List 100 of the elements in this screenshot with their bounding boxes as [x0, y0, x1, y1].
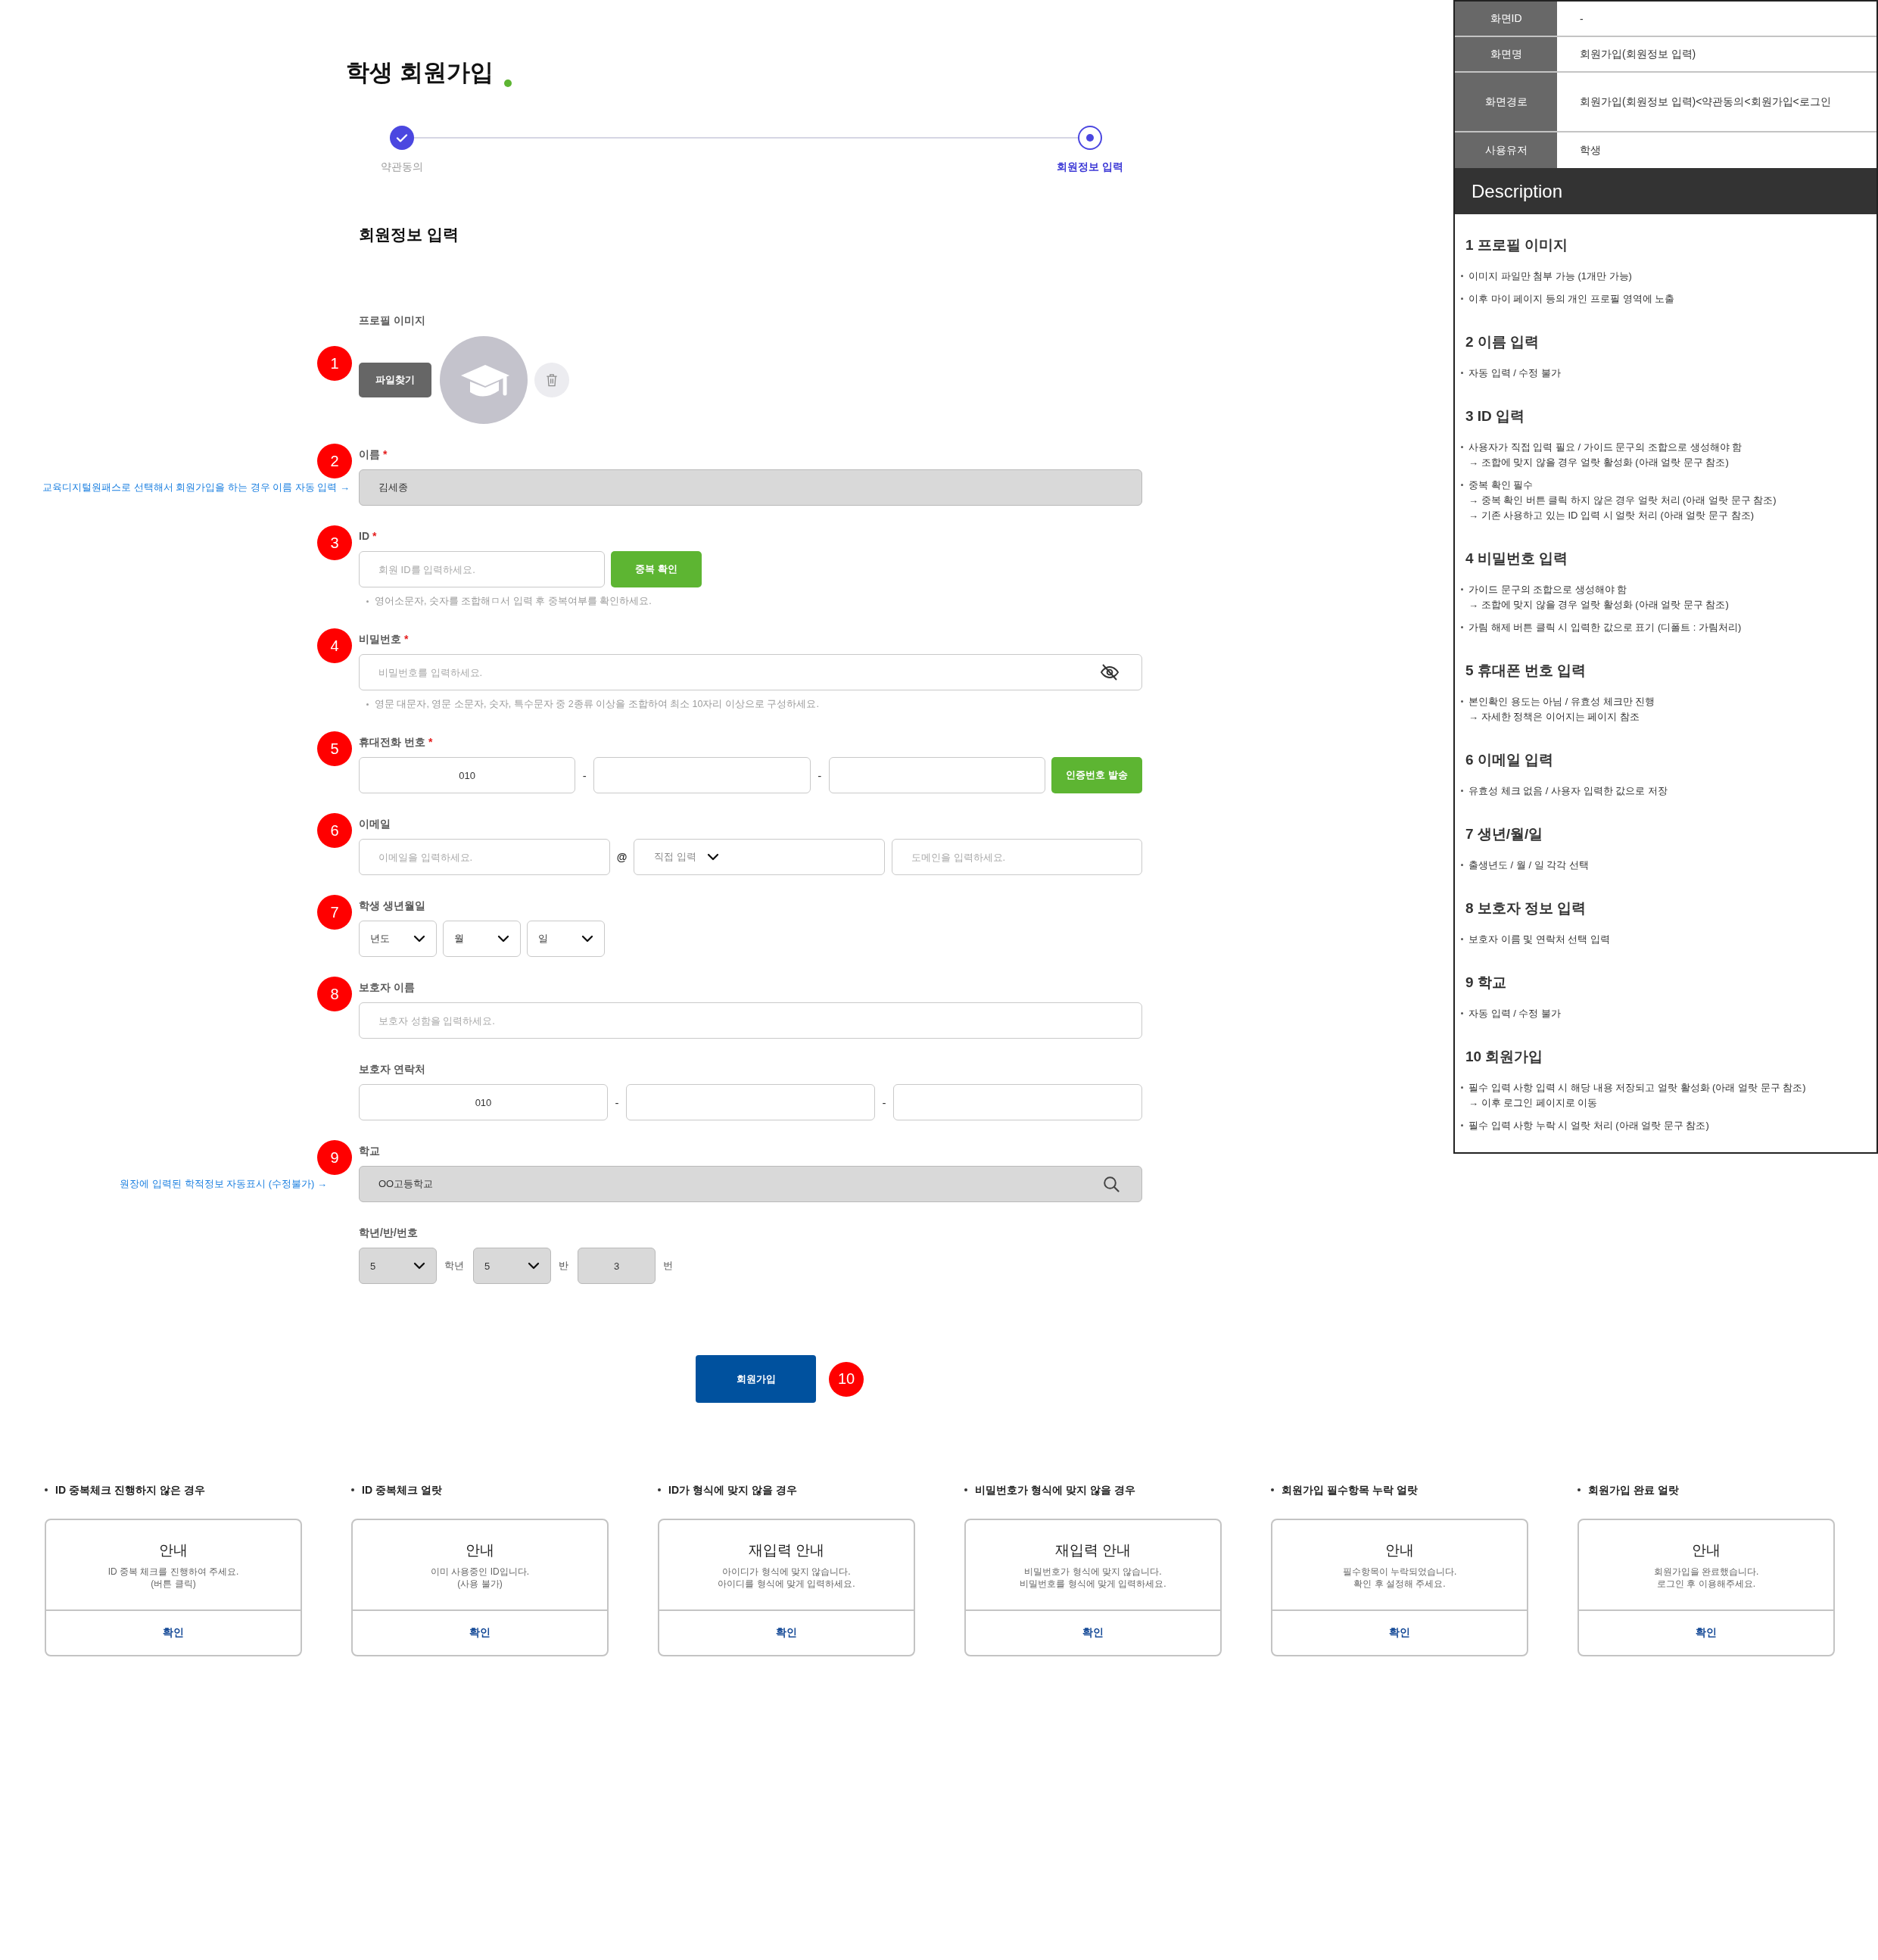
text-field[interactable]: 보호자 성함을 입력하세요.	[359, 1002, 1142, 1039]
dash-separator: -	[881, 1095, 887, 1109]
bullet-icon	[1271, 1488, 1274, 1491]
dash-separator: -	[581, 768, 587, 782]
table-header-cell: 화면ID	[1455, 2, 1557, 36]
alert-caption: 회원가입 필수항목 누락 얼랏	[1282, 1483, 1418, 1497]
bullet-icon	[1461, 275, 1463, 277]
field-label: 보호자 연락처	[359, 1062, 425, 1077]
dash-separator: -	[817, 768, 823, 782]
date-select[interactable]: 일	[527, 921, 605, 957]
bullet-icon	[1461, 588, 1463, 590]
chevron-down-icon	[497, 935, 509, 943]
required-mark: *	[372, 529, 377, 544]
chevron-down-icon	[413, 1262, 425, 1270]
hint-text: 영문 대문자, 영문 소문자, 숫자, 특수문자 중 2종류 이상을 조합하여 최소 10자리 이상으로 구성하세요.	[375, 698, 819, 711]
description-text: 가림 해제 버튼 클릭 시 입력한 값으로 표기 (디폴트 : 가림처리)	[1468, 621, 1742, 634]
confirm-button[interactable]: 확인	[462, 1623, 498, 1643]
confirm-button[interactable]: 확인	[1688, 1623, 1724, 1643]
description-text: 이미지 파일만 첨부 가능 (1개만 가능)	[1468, 270, 1632, 283]
required-mark: *	[404, 632, 409, 647]
chevron-down-icon	[528, 1262, 540, 1270]
phone-field[interactable]: 010	[359, 1084, 608, 1120]
bullet-icon	[1461, 938, 1463, 940]
signup-button[interactable]: 회원가입	[696, 1355, 816, 1403]
email-field[interactable]: 이메일을 입력하세요.	[359, 839, 610, 875]
table-header-cell: 사용유저	[1455, 132, 1557, 168]
alert-caption: 회원가입 완료 얼랏	[1588, 1483, 1679, 1497]
date-select[interactable]: 월	[443, 921, 521, 957]
password-field[interactable]: 비밀번호를 입력하세요.	[359, 654, 1142, 690]
description-text: 중복 확인 필수 → 중복 확인 버튼 클릭 하지 않은 경우 얼랏 처리 (아래 얼랏 문구 참조) → 기존 사용하고 있는 ID 입력 시 얼랏 처리 (아래 얼랏 문구 참조)	[1468, 478, 1777, 522]
date-select[interactable]: 년도	[359, 921, 437, 957]
alert-message: 회원가입을 완료했습니다. 로그인 후 이용해주세요.	[1653, 1566, 1759, 1590]
alert-caption: 비밀번호가 형식에 맞지 않을 경우	[975, 1483, 1135, 1497]
dot-icon	[503, 79, 512, 87]
alert-title: 재입력 안내	[748, 1541, 825, 1560]
file-upload-button[interactable]: 파일찾기	[359, 363, 431, 397]
description-text: 보호자 이름 및 연락처 선택 입력	[1468, 933, 1611, 946]
bullet-icon	[1461, 626, 1463, 628]
domain-field[interactable]: 도메인을 입력하세요.	[892, 839, 1142, 875]
alert-title: 안내	[1692, 1541, 1721, 1560]
alert-message: 필수항목이 누락되었습니다. 확인 후 설정해 주세요.	[1342, 1566, 1457, 1590]
phone-field[interactable]	[626, 1084, 875, 1120]
step-label: 회원정보 입력	[1057, 160, 1123, 174]
search-icon[interactable]	[1103, 1176, 1120, 1192]
field-label: 학년/반/번호	[359, 1226, 418, 1240]
field-label: 이름	[359, 447, 380, 462]
alert-message: 비밀번호가 형식에 맞지 않습니다. 비밀번호를 형식에 맞게 입력하세요.	[1020, 1566, 1166, 1590]
section-heading: 5 휴대폰 번호 입력	[1465, 662, 1587, 680]
bullet-icon	[1461, 298, 1463, 300]
description-text: 이후 마이 페이지 등의 개인 프로필 영역에 노출	[1468, 292, 1675, 306]
description-text: 사용자가 직접 입력 필요 / 가이드 문구의 조합으로 생성해야 함 → 조합에 맞지 않을 경우 얼랏 활성화 (아래 얼랏 문구 참조)	[1468, 441, 1743, 469]
required-mark: *	[428, 735, 433, 749]
bullet-icon	[658, 1488, 661, 1491]
field-label: 휴대전화 번호	[359, 735, 425, 749]
bullet-icon	[45, 1488, 48, 1491]
at-sign: @	[615, 851, 628, 863]
bullet-icon	[1461, 864, 1463, 866]
hint-text: 영어소문자, 숫자를 조합해ㅁ서 입력 후 중복여부를 확인하세요.	[375, 595, 652, 608]
step-label: 약관동의	[381, 160, 423, 174]
table-header-cell: 화면명	[1455, 37, 1557, 71]
table-cell-text: 회원가입(회원정보 입력)<약관동의<회원가입<로그인	[1579, 94, 1832, 109]
description-text: 필수 입력 사항 누락 시 얼랏 처리 (아래 얼랏 문구 참조)	[1468, 1119, 1709, 1133]
phone-field[interactable]	[893, 1084, 1142, 1120]
confirm-button[interactable]: 확인	[768, 1623, 805, 1643]
section-heading: 10 회원가입	[1465, 1048, 1543, 1066]
description-text: 가이드 문구의 조합으로 생성해야 함 → 조합에 맞지 않을 경우 얼랏 활성화 (아래 얼랏 문구 참조)	[1468, 583, 1729, 612]
required-mark: *	[383, 447, 388, 462]
annotation-marker: 8	[317, 977, 352, 1011]
bullet-icon	[1461, 1012, 1463, 1014]
confirm-button[interactable]: 확인	[155, 1623, 192, 1643]
chevron-down-icon	[706, 853, 719, 861]
description-text: 자동 입력 / 수정 불가	[1468, 366, 1562, 380]
delete-button[interactable]	[534, 363, 569, 397]
section-heading: 4 비밀번호 입력	[1465, 550, 1568, 568]
annotation-marker: 5	[317, 731, 352, 766]
alert-caption: ID 중복체크 진행하지 않은 경우	[55, 1483, 205, 1497]
alert-message: 이미 사용중인 ID입니다. (사용 불가)	[431, 1566, 529, 1590]
confirm-button[interactable]: 확인	[1381, 1623, 1418, 1643]
bullet-icon	[366, 600, 369, 603]
unit-label: 반	[559, 1259, 568, 1273]
annotation-marker: 10	[829, 1361, 864, 1397]
alert-title: 안내	[1385, 1541, 1414, 1560]
annotation-marker: 4	[317, 628, 352, 663]
phone-field[interactable]	[828, 757, 1045, 793]
confirm-button[interactable]: 확인	[1075, 1623, 1111, 1643]
annotation-marker: 3	[317, 525, 352, 560]
eye-slash-icon[interactable]	[1100, 663, 1120, 681]
phone-field[interactable]	[593, 757, 811, 793]
domain-select[interactable]: 직접 입력	[634, 839, 885, 875]
bullet-icon	[1577, 1488, 1581, 1491]
alert-caption: ID가 형식에 맞지 않을 경우	[668, 1483, 797, 1497]
table-cell-text: 학생	[1579, 142, 1602, 157]
id-field[interactable]: 회원 ID를 입력하세요.	[359, 551, 605, 587]
annotation-marker: 9	[317, 1140, 352, 1175]
bullet-icon	[1461, 790, 1463, 792]
table-header-cell: 화면경로	[1455, 73, 1557, 131]
trash-icon	[546, 373, 558, 387]
graduation-cap-icon	[440, 336, 528, 424]
chevron-down-icon	[413, 935, 425, 943]
phone-field[interactable]: 010	[359, 757, 576, 793]
